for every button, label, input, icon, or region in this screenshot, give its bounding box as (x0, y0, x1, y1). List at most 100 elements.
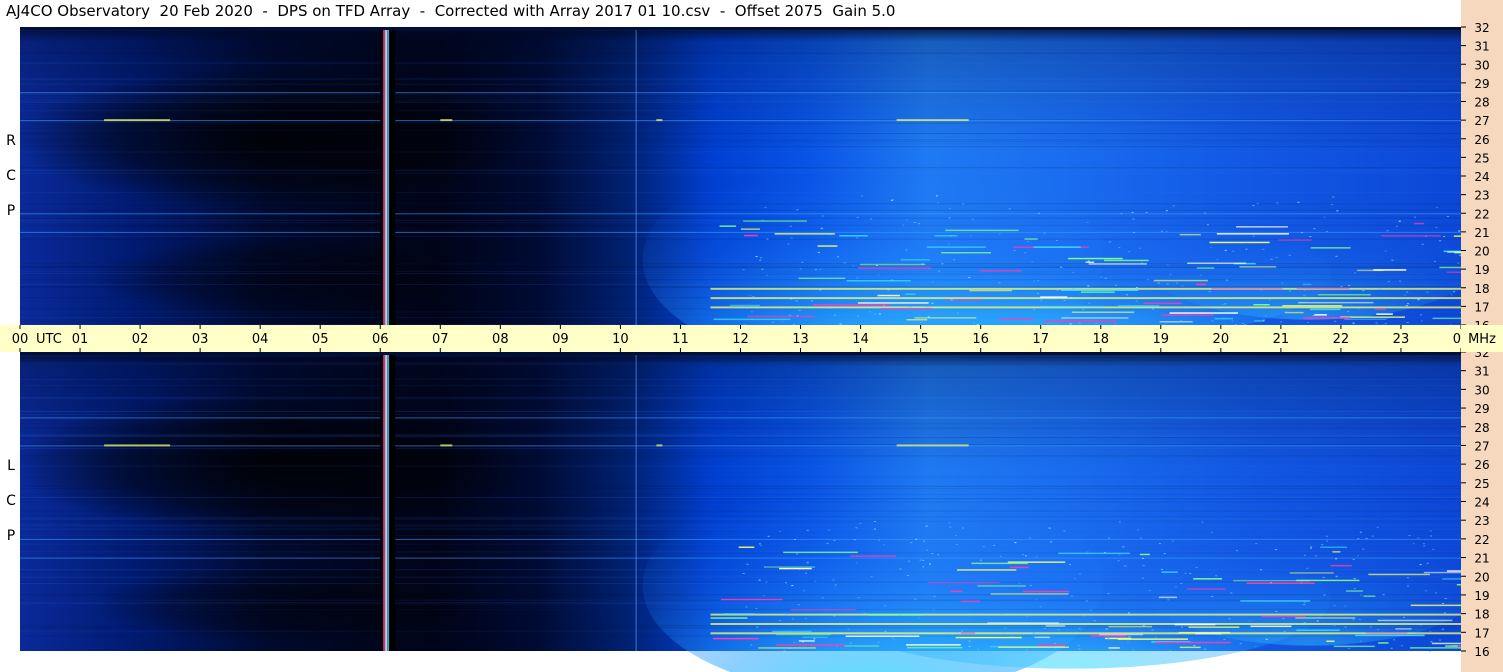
speckle (1057, 629, 1060, 631)
speckle (813, 638, 816, 640)
noise-band (20, 362, 1461, 364)
speckle (1458, 230, 1461, 232)
speckle (1139, 247, 1142, 249)
freq-tick-label: 22 (1474, 207, 1489, 221)
speckle (1430, 641, 1433, 643)
noise-band (20, 167, 1461, 169)
freq-tick-label: 32 (1474, 21, 1489, 35)
speckle (796, 553, 798, 555)
speckle (1264, 304, 1267, 306)
speckle (1450, 294, 1453, 296)
spectrogram-figure: 00 01 02 03 04 05 06 07 08 09 10 11 12 13 14 15 16 17 18 19… (0, 0, 1503, 672)
time-tick-label: 16 (972, 332, 989, 347)
speckle (742, 269, 745, 271)
speckle (752, 296, 755, 298)
signal-burst-27mhz (104, 119, 141, 122)
noise-band (20, 311, 1461, 313)
noise-band (20, 146, 1461, 148)
speckle (908, 560, 911, 562)
speckle (797, 604, 800, 606)
speckle (1093, 620, 1096, 622)
signal-burst (1044, 320, 1117, 322)
noise-band (20, 496, 1461, 498)
speckle (1360, 594, 1363, 596)
noise-band (20, 63, 1461, 65)
signal-burst (779, 567, 812, 570)
speckle (1406, 322, 1409, 323)
signal-burst (1188, 626, 1240, 628)
speckle (954, 535, 957, 536)
speckle (758, 543, 761, 545)
speckle (1087, 260, 1090, 262)
speckle (847, 628, 850, 630)
speckle (1245, 241, 1248, 243)
time-axis: 00 01 02 03 04 05 06 07 08 09 10 11 12 13 14 15 16 17 18 19… (0, 325, 1469, 352)
noise-band (20, 543, 1461, 545)
time-tick-label: 23 (1393, 332, 1410, 347)
speckle (1184, 572, 1187, 574)
speckle (1145, 211, 1148, 213)
signal-burst (723, 613, 755, 615)
speckle (1124, 565, 1127, 567)
speckle (1396, 225, 1398, 227)
speckle (795, 300, 798, 302)
signal-burst (971, 562, 1028, 565)
speckle (863, 612, 866, 614)
interference-line (20, 213, 1461, 215)
speckle (977, 648, 980, 650)
noise-band (20, 385, 1461, 387)
speckle (1242, 323, 1245, 325)
speckle (948, 217, 951, 219)
speckle (811, 641, 814, 643)
speckle (767, 535, 770, 537)
signal-burst (1153, 279, 1208, 282)
speckle (927, 316, 930, 318)
signal-burst (1295, 617, 1356, 619)
speckle (1398, 220, 1401, 222)
noise-band (20, 423, 1461, 425)
speckle (1082, 615, 1085, 617)
speckle (878, 539, 881, 541)
signal-burst (1104, 259, 1149, 262)
speckle (790, 237, 793, 239)
noise-band (20, 455, 1461, 457)
noise-band (20, 121, 1461, 123)
speckle (861, 195, 864, 197)
signal-burst (1254, 320, 1265, 322)
speckle (779, 619, 782, 621)
freq-tick-label: 30 (1474, 383, 1489, 397)
speckle (1088, 302, 1091, 304)
speckle (1050, 541, 1053, 543)
speckle (1357, 538, 1360, 540)
signal-burst (1118, 305, 1160, 307)
speckle (749, 295, 752, 297)
speckle (1331, 203, 1334, 205)
speckle (1208, 291, 1211, 293)
signal-burst (907, 646, 963, 649)
signal-burst (858, 267, 932, 269)
speckle (1043, 232, 1046, 234)
speckle (1407, 585, 1409, 587)
noise-band (20, 235, 1461, 237)
speckle (1288, 290, 1291, 292)
speckle (1223, 639, 1226, 640)
speckle (1154, 636, 1157, 638)
speckle (1312, 314, 1315, 316)
speckle (765, 581, 768, 583)
freq-tick-label: 17 (1474, 626, 1489, 640)
speckle (917, 617, 920, 619)
speckle (1436, 207, 1439, 209)
signal-burst (1320, 546, 1348, 548)
speckle (931, 302, 934, 304)
speckle (1181, 626, 1183, 628)
signal-burst (977, 585, 1026, 587)
signal-burst (846, 280, 911, 282)
speckle (1241, 288, 1243, 290)
speckle (1089, 609, 1092, 611)
speckle (1288, 254, 1291, 256)
speckle (1118, 554, 1121, 556)
speckle (803, 590, 805, 592)
speckle (1265, 638, 1268, 640)
signal-burst (1196, 283, 1207, 286)
speckle (1239, 643, 1242, 645)
